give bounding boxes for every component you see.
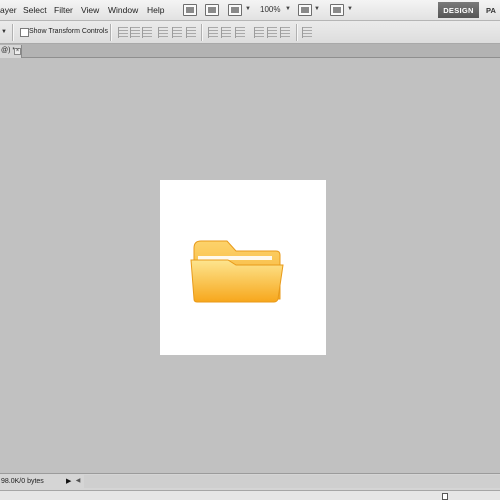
menu-filter[interactable]: Filter: [54, 5, 73, 15]
auto-align-layers-icon[interactable]: [302, 27, 312, 38]
screen-mode-icon[interactable]: [330, 4, 344, 16]
menu-view[interactable]: View: [81, 5, 99, 15]
document-tab-title: @) *: [1, 47, 16, 54]
divider: [110, 24, 112, 41]
chevron-down-icon[interactable]: ▼: [347, 6, 353, 12]
arrange-documents-icon[interactable]: [298, 4, 312, 16]
menu-bar: ayer Select Filter View Window Help ▼ 10…: [0, 0, 500, 21]
status-menu-arrow-icon[interactable]: ▶: [66, 477, 71, 485]
launch-mini-bridge-icon[interactable]: [205, 4, 219, 16]
workspace-design-button[interactable]: DESIGN: [438, 2, 479, 18]
menu-help[interactable]: Help: [147, 5, 164, 15]
align-vertical-centers-icon[interactable]: [130, 27, 140, 38]
distribute-right-icon[interactable]: [280, 27, 290, 38]
zoom-level[interactable]: 100%: [260, 5, 280, 14]
show-transform-checkbox[interactable]: [20, 28, 29, 37]
align-horizontal-centers-icon[interactable]: [172, 27, 182, 38]
show-transform-label: Show Transform Controls: [29, 28, 108, 35]
folder-icon: [190, 240, 284, 303]
document-tab[interactable]: @) * ×: [0, 45, 22, 58]
options-bar: ▼ Show Transform Controls: [0, 21, 500, 44]
distribute-horizontal-centers-icon[interactable]: [267, 27, 277, 38]
bottom-panel-bar: [0, 490, 500, 500]
status-bar: 98.0K/0 bytes ▶ ◀: [0, 473, 500, 490]
align-top-edges-icon[interactable]: [118, 27, 128, 38]
distribute-left-icon[interactable]: [254, 27, 264, 38]
divider: [201, 24, 203, 41]
align-left-edges-icon[interactable]: [158, 27, 168, 38]
menu-window[interactable]: Window: [108, 5, 138, 15]
align-bottom-edges-icon[interactable]: [142, 27, 152, 38]
slider-thumb[interactable]: [442, 493, 448, 500]
chevron-down-icon[interactable]: ▼: [314, 6, 320, 12]
document-canvas[interactable]: [160, 180, 326, 355]
view-extras-icon[interactable]: [228, 4, 242, 16]
launch-bridge-icon[interactable]: [183, 4, 197, 16]
menu-layer[interactable]: ayer: [0, 5, 17, 15]
document-tab-bar: @) * ×: [0, 44, 500, 58]
align-right-edges-icon[interactable]: [186, 27, 196, 38]
divider: [296, 24, 298, 41]
workspace-painting-button[interactable]: PA: [486, 6, 496, 15]
horizontal-scrollbar[interactable]: [84, 475, 500, 488]
divider: [12, 24, 14, 41]
tool-preset-chevron-icon[interactable]: ▼: [1, 29, 7, 35]
document-size-info[interactable]: 98.0K/0 bytes: [1, 478, 44, 485]
menu-select[interactable]: Select: [23, 5, 47, 15]
distribute-bottom-icon[interactable]: [235, 27, 245, 38]
distribute-top-icon[interactable]: [208, 27, 218, 38]
chevron-down-icon[interactable]: ▼: [285, 6, 291, 12]
chevron-down-icon[interactable]: ▼: [245, 6, 251, 12]
close-icon[interactable]: ×: [14, 48, 21, 55]
distribute-vertical-centers-icon[interactable]: [221, 27, 231, 38]
